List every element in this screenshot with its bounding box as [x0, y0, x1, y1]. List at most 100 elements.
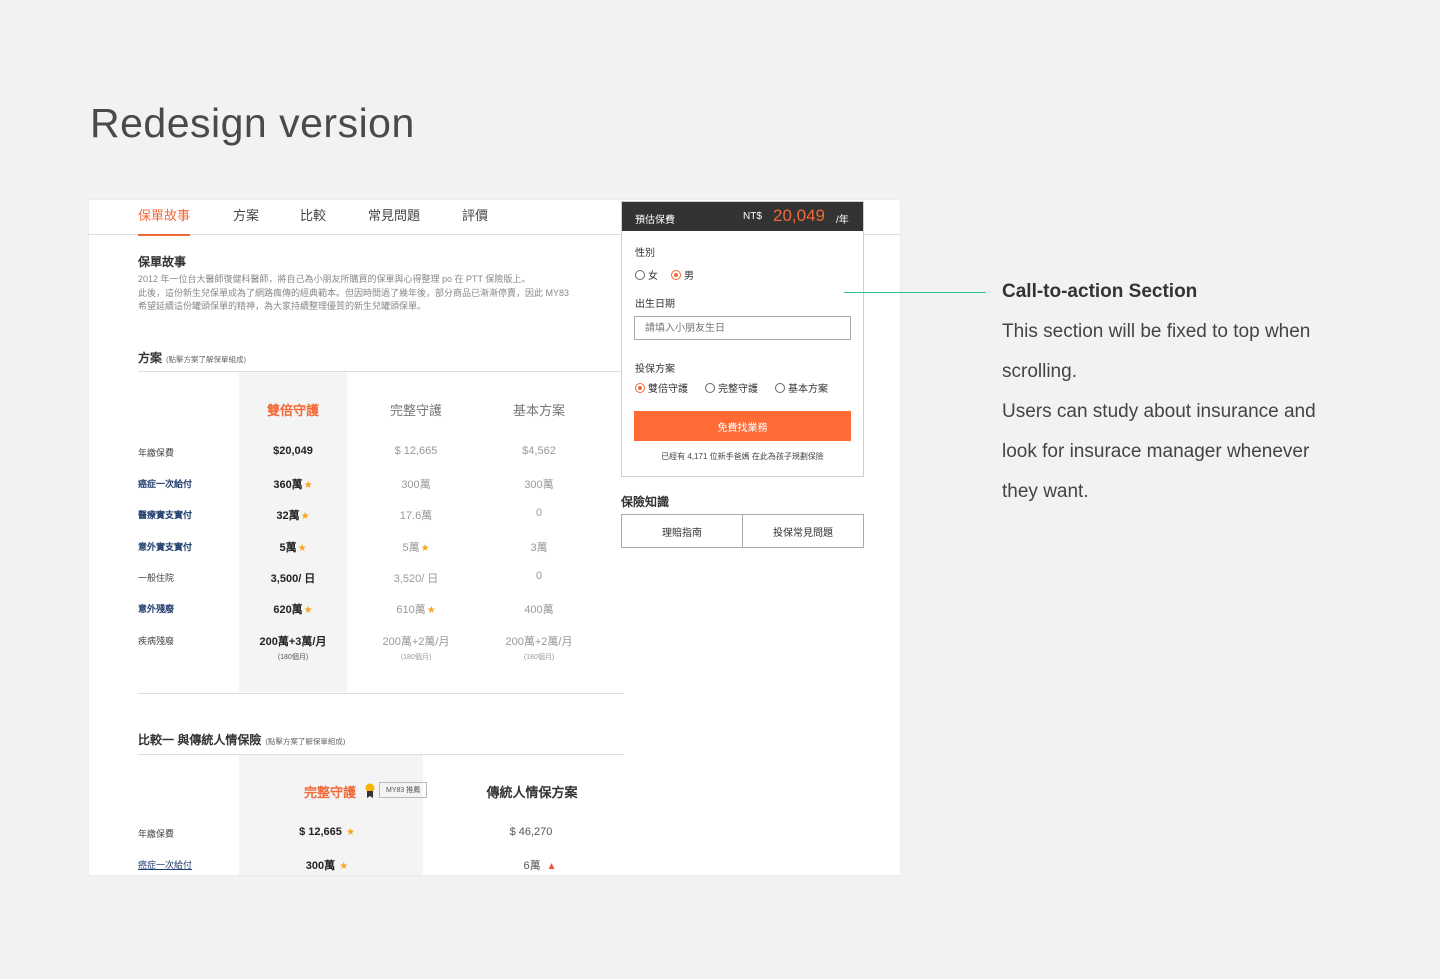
cell-subtext: (180個月)	[400, 654, 432, 661]
table-cell: 200萬+2萬/月 (180個月)	[361, 633, 471, 662]
star-icon: ★	[345, 827, 355, 838]
row-label[interactable]: 癌症一次給付	[138, 858, 192, 871]
find-agent-button[interactable]: 免費找業務	[634, 411, 851, 441]
table-cell: 200萬+3萬/月 (180個月)	[238, 633, 348, 662]
row-label[interactable]: 意外殘廢	[138, 602, 174, 615]
table-cell: 32萬★	[238, 507, 348, 523]
story-text: 2012 年一位台大醫師復健科醫師，將自己為小朋友所購買的保單與心得整理 po …	[138, 273, 569, 314]
cell-value: 200萬+3萬/月	[259, 636, 327, 648]
divider	[138, 693, 624, 694]
star-icon: ★	[297, 543, 307, 554]
plans-title-text: 方案	[138, 351, 163, 365]
page-title: Redesign version	[90, 100, 415, 146]
knowledge-title: 保險知識	[621, 495, 670, 509]
premium-label: 預估保費	[635, 215, 675, 226]
cell-value: $ 12,665	[299, 826, 342, 838]
birth-date-input[interactable]	[634, 316, 851, 340]
row-label[interactable]: 醫療實支實付	[138, 508, 192, 521]
star-icon: ★	[300, 511, 310, 522]
compare-title-text: 比較一 與傳統人情保險	[138, 733, 262, 747]
radio-circle	[671, 270, 681, 280]
cell-value: 5萬	[402, 542, 420, 554]
table-cell: $ 12,665 ★	[272, 826, 382, 838]
radio-circle	[775, 383, 785, 393]
table-cell: 200萬+2萬/月 (180個月)	[484, 633, 594, 662]
star-icon: ★	[420, 543, 430, 554]
plan-col-basic[interactable]: 基本方案	[484, 400, 594, 419]
website-mockup: 保單故事 方案 比較 常見問題 評價 保單故事 2012 年一位台大醫師復健科醫…	[89, 200, 900, 875]
story-line: 希望延續這份罐頭保單的精神，為大家持續整理優質的新生兒罐頭保單。	[138, 301, 427, 311]
callout-line: This section will be fixed to top when	[1002, 321, 1311, 342]
row-label: 一般住院	[138, 573, 175, 583]
table-cell: 3,520/ 日	[393, 573, 439, 585]
cell-value: 300萬	[305, 860, 336, 872]
callout-line: look for insurace manager whenever	[1002, 441, 1310, 462]
tab-reviews[interactable]: 評價	[462, 200, 488, 235]
cta-panel: 預估保費 NT$ 20,049 /年 性別 女 男 出生日期 投保方案 雙倍守護…	[621, 201, 864, 477]
cell-value: 200萬+2萬/月	[382, 636, 450, 648]
cell-value: 620萬	[273, 604, 303, 616]
table-cell: 3萬	[530, 542, 548, 554]
callout-line: Users can study about insurance and	[1002, 401, 1316, 422]
table-cell: $20,049	[273, 445, 313, 457]
gender-radio-male[interactable]: 男	[671, 267, 694, 282]
compare-col-traditional[interactable]: 傳統人情保方案	[477, 782, 587, 801]
story-title: 保單故事	[138, 255, 187, 269]
row-label[interactable]: 癌症一次給付	[138, 477, 192, 490]
gender-radio-female[interactable]: 女	[635, 267, 658, 282]
plans-hint: (點擊方案了解保單組成)	[166, 355, 247, 364]
award-medal-icon	[365, 783, 375, 798]
callout-line: scrolling.	[1002, 361, 1077, 382]
callout-connector	[844, 292, 986, 293]
cta-note: 已經有 4,171 位新手爸媽 在此為孩子規劃保險	[661, 452, 824, 461]
callout-body: This section will be fixed to top when s…	[1002, 312, 1402, 512]
compare-hint: (點擊方案了解保單組成)	[265, 737, 346, 746]
plan-radio-complete[interactable]: 完整守護	[705, 380, 758, 395]
claims-guide-button[interactable]: 理賠指南	[621, 514, 743, 548]
row-label[interactable]: 意外實支實付	[138, 540, 192, 553]
tab-faq[interactable]: 常見問題	[368, 200, 420, 235]
faq-button[interactable]: 投保常見問題	[742, 514, 864, 548]
story-line: 2012 年一位台大醫師復健科醫師，將自己為小朋友所購買的保單與心得整理 po …	[138, 274, 531, 284]
cell-value: 360萬	[273, 479, 303, 491]
star-icon: ★	[339, 861, 349, 872]
radio-label: 完整守護	[718, 384, 758, 395]
plan-col-complete[interactable]: 完整守護	[361, 400, 471, 419]
plans-title: 方案 (點擊方案了解保單組成)	[138, 349, 246, 366]
birth-label: 出生日期	[635, 299, 675, 310]
table-cell: 300萬	[524, 479, 554, 491]
tab-plans[interactable]: 方案	[233, 200, 259, 235]
premium-amount: 20,049	[773, 206, 825, 225]
story-line: 此後，這份新生兒保單成為了網路瘋傳的經典範本。但因時間過了幾年後，部分商品已漸漸…	[138, 287, 570, 298]
plan-radio-double[interactable]: 雙倍守護	[635, 380, 688, 395]
cta-header: 預估保費 NT$ 20,049 /年	[622, 202, 863, 231]
gender-label: 性別	[635, 248, 655, 259]
star-icon: ★	[303, 480, 313, 491]
callout-line: they want.	[1002, 481, 1089, 502]
table-cell: 5萬★	[361, 539, 471, 555]
table-cell: $ 12,665	[394, 445, 438, 457]
radio-circle	[705, 383, 715, 393]
cell-value: 6萬	[523, 860, 541, 872]
table-cell: 3,500/ 日	[270, 573, 316, 585]
table-cell: 0	[535, 570, 543, 582]
recommend-badge: MY83 推薦	[379, 782, 428, 798]
table-cell: 360萬★	[238, 476, 348, 492]
radio-label: 女	[648, 271, 658, 282]
row-label: 疾病殘廢	[138, 636, 175, 646]
compare-title: 比較一 與傳統人情保險 (點擊方案了解保單組成)	[138, 731, 345, 748]
radio-label: 男	[684, 271, 694, 282]
row-label: 年繳保費	[138, 829, 175, 839]
plan-col-double[interactable]: 雙倍守護	[238, 400, 348, 419]
cell-value: 200萬+2萬/月	[505, 636, 573, 648]
currency-label: NT$	[743, 211, 762, 222]
table-cell: 610萬★	[361, 601, 471, 617]
table-cell: 6萬 ▲	[485, 857, 595, 873]
callout-title: Call-to-action Section	[1002, 281, 1198, 302]
row-label: 年繳保費	[138, 448, 175, 458]
tab-compare[interactable]: 比較	[300, 200, 326, 235]
star-icon: ★	[303, 605, 313, 616]
cell-value: 32萬	[276, 510, 300, 522]
tab-story[interactable]: 保單故事	[138, 200, 191, 236]
plan-radio-basic[interactable]: 基本方案	[775, 380, 828, 395]
